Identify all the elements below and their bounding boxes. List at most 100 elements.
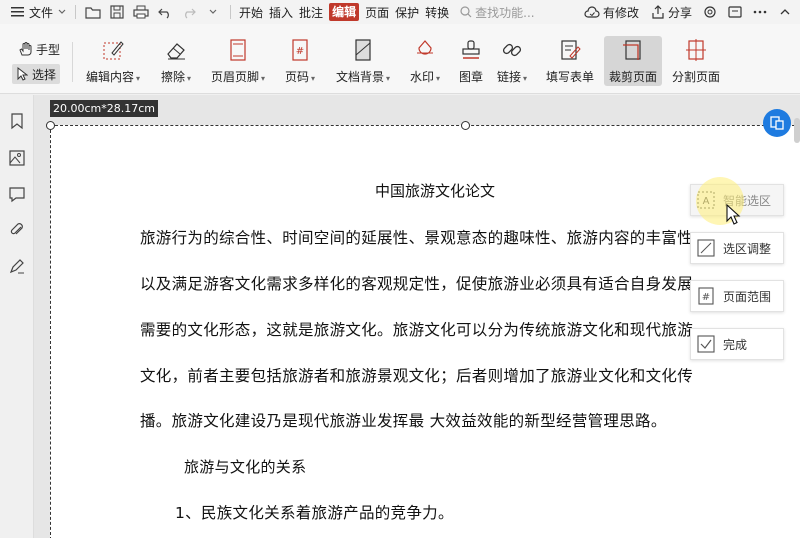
- search-placeholder: 查找功能...: [475, 5, 535, 20]
- checkbox-icon: [697, 335, 715, 353]
- document-canvas[interactable]: 20.00cm*28.17cm 中国旅游文化论文 旅游行为的综合性、时间空间的延…: [34, 95, 800, 538]
- tab-label: 插入: [269, 5, 294, 20]
- tab-convert[interactable]: 转换: [422, 0, 452, 24]
- attachment-icon[interactable]: [8, 221, 26, 239]
- watermark-icon: [413, 38, 437, 62]
- save-icon[interactable]: [108, 3, 126, 21]
- crop-handle-top-middle[interactable]: [461, 121, 470, 130]
- header-footer-icon: [226, 38, 250, 62]
- eraser-icon: [164, 38, 188, 62]
- page-range-label: 页面范围: [723, 289, 772, 304]
- signature-icon[interactable]: [8, 257, 26, 275]
- tab-label: 保护: [395, 5, 420, 20]
- subheading: 旅游与文化的关系: [184, 458, 307, 476]
- page-range-icon: #: [697, 287, 715, 305]
- tab-start[interactable]: 开始: [236, 0, 266, 24]
- vertical-scrollbar[interactable]: [794, 118, 800, 143]
- doc-background-button[interactable]: 文档背景 ▾: [336, 38, 390, 86]
- file-menu[interactable]: 文件: [8, 0, 70, 24]
- pointer-icon: [17, 67, 28, 81]
- doc-background-icon: [351, 38, 375, 62]
- tab-label: 页面: [365, 5, 390, 20]
- tab-page[interactable]: 页面: [362, 0, 392, 24]
- crop-page-button[interactable]: 裁剪页面: [604, 36, 662, 86]
- more-icon[interactable]: [751, 3, 769, 21]
- file-menu-label: 文件: [29, 5, 54, 20]
- edit-content-label: 编辑内容: [86, 70, 135, 84]
- feedback-icon[interactable]: [726, 3, 744, 21]
- settings-icon[interactable]: [701, 3, 719, 21]
- split-page-button[interactable]: 分割页面: [672, 38, 720, 86]
- page-number-icon: #: [288, 38, 312, 62]
- doc-background-label: 文档背景: [336, 70, 385, 84]
- erase-label: 擦除: [161, 70, 186, 84]
- crop-handle-top-left[interactable]: [46, 121, 55, 130]
- share-label: 分享: [667, 5, 692, 20]
- modified-status[interactable]: 有修改: [581, 0, 642, 24]
- fill-form-label: 填写表单: [546, 70, 595, 84]
- adjust-selection-icon: [697, 239, 715, 257]
- comment-icon[interactable]: [8, 185, 26, 203]
- tab-label: 开始: [239, 5, 264, 20]
- watermark-button[interactable]: 水印 ▾: [410, 38, 440, 86]
- list-item: 1、民族文化关系着旅游产品的竞争力。: [175, 504, 454, 522]
- divider: [230, 5, 232, 19]
- tab-label: 批注: [299, 5, 324, 20]
- select-tool-button[interactable]: 选择: [12, 64, 61, 84]
- redo-icon[interactable]: [180, 3, 198, 21]
- open-folder-icon[interactable]: [84, 3, 102, 21]
- hand-icon: [19, 42, 32, 56]
- fill-form-button[interactable]: 填写表单: [546, 38, 594, 86]
- print-icon[interactable]: [132, 3, 150, 21]
- paragraph-line: 旅游行为的综合性、时间空间的延展性、景观意态的趣味性、旅游内容的丰富性: [140, 229, 694, 247]
- float-tool-icon: [770, 116, 784, 130]
- collapse-ribbon-icon[interactable]: [776, 3, 794, 21]
- adjust-selection-label: 选区调整: [723, 241, 772, 256]
- thumbnail-icon[interactable]: [8, 149, 26, 167]
- modified-label: 有修改: [602, 5, 639, 20]
- link-icon: [500, 38, 524, 62]
- quick-access-dropdown-icon[interactable]: [204, 3, 222, 21]
- tab-comment[interactable]: 批注: [296, 0, 326, 24]
- page-dimension-label: 20.00cm*28.17cm: [50, 100, 159, 117]
- paragraph-line: 播。旅游文化建设乃是现代旅游业发挥最 大效益效能的新型经营管理思路。: [140, 412, 667, 430]
- menubar-right: 有修改 分享: [581, 0, 800, 24]
- paragraph-line: 需要的文化形态，这就是旅游文化。旅游文化可以分为传统旅游文化和现代旅游: [140, 321, 694, 339]
- link-button[interactable]: 链接 ▾: [497, 38, 527, 86]
- undo-icon[interactable]: [156, 3, 174, 21]
- stamp-button[interactable]: 图章: [459, 38, 483, 86]
- share-button[interactable]: 分享: [648, 0, 695, 24]
- document-title: 中国旅游文化论文: [375, 182, 496, 200]
- edit-content-button[interactable]: 编辑内容 ▾: [86, 38, 140, 86]
- paragraph-line: 文化，前者主要包括旅游者和旅游景观文化；后者则增加了旅游业文化和文化传: [140, 367, 694, 385]
- share-icon: [652, 5, 664, 19]
- adjust-selection-button[interactable]: 选区调整: [690, 232, 784, 264]
- cloud-icon: [584, 6, 600, 18]
- page-number-button[interactable]: # 页码 ▾: [285, 38, 315, 86]
- divider: [72, 42, 73, 82]
- tab-protect[interactable]: 保护: [392, 0, 422, 24]
- done-button[interactable]: 完成: [690, 328, 784, 360]
- split-page-label: 分割页面: [672, 70, 721, 84]
- search-icon: [460, 6, 472, 18]
- tab-label: 转换: [425, 5, 450, 20]
- search-input[interactable]: 查找功能...: [460, 4, 560, 21]
- svg-text:#: #: [296, 46, 304, 57]
- chevron-down-icon: [58, 9, 66, 14]
- edit-content-icon: [101, 38, 125, 62]
- select-tool-label: 选择: [32, 67, 57, 82]
- bookmark-icon[interactable]: [8, 112, 26, 130]
- ribbon-toolbar: 手型 选择 编辑内容 ▾ 擦除 ▾ 页眉页脚 ▾ # 页码 ▾ 文档背景 ▾ 水印 ▾ 图章…: [0, 24, 800, 94]
- header-footer-label: 页眉页脚: [211, 70, 260, 84]
- tab-edit[interactable]: 编辑: [326, 0, 362, 24]
- floating-action-button[interactable]: [763, 109, 791, 137]
- hand-tool-label: 手型: [36, 42, 61, 57]
- hand-tool-button[interactable]: 手型: [14, 39, 64, 59]
- erase-button[interactable]: 擦除 ▾: [161, 38, 191, 86]
- tab-insert[interactable]: 插入: [266, 0, 296, 24]
- header-footer-button[interactable]: 页眉页脚 ▾: [211, 38, 265, 86]
- page-range-button[interactable]: # 页面范围: [690, 280, 784, 312]
- divider: [75, 5, 77, 19]
- left-sidebar: [0, 95, 34, 538]
- menu-bar: 文件 开始 插入 批注 编辑 页面 保护 转换 查找功能... 有修改 分享: [0, 0, 800, 24]
